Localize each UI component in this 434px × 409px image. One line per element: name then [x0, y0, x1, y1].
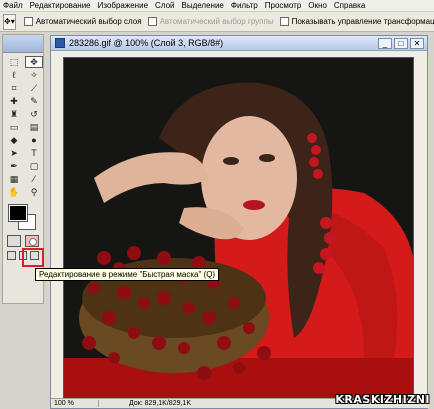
menu-edit[interactable]: Редактирование — [30, 1, 91, 10]
color-swatches — [3, 203, 43, 233]
move-icon[interactable]: ✥ — [25, 56, 43, 68]
foreground-color-swatch[interactable] — [8, 204, 28, 222]
quick-mask-tooltip: Редактирование в режиме "Быстрая маска" … — [35, 268, 220, 281]
shape-icon[interactable]: ▢ — [25, 160, 43, 172]
move-icon: ✥▾ — [4, 17, 15, 26]
quick-mask-button[interactable] — [25, 235, 39, 247]
menu-filter[interactable]: Фильтр — [231, 1, 258, 10]
menu-select[interactable]: Выделение — [181, 1, 223, 10]
tool-grid: ⬚ ✥ ℓ ✧ ⌗ ⟋ ✚ ✎ ♜ ↺ ▭ ▤ ◆ ● ➤ T ✒ ▢ ▦ ⁄ … — [3, 53, 43, 201]
auto-select-layer-label: Автоматический выбор слоя — [35, 17, 142, 26]
magic-wand-icon[interactable]: ✧ — [25, 69, 43, 81]
menu-help[interactable]: Справка — [334, 1, 365, 10]
watermark: KRASKIZHIZNI — [335, 393, 430, 406]
crop-icon[interactable]: ⌗ — [5, 82, 23, 94]
show-transform-checkbox[interactable] — [279, 17, 289, 26]
document-title: 283286.gif @ 100% (Слой 3, RGB/8#) — [69, 38, 224, 48]
brush-icon[interactable]: ✎ — [25, 95, 43, 107]
menu-bar: Файл Редактирование Изображение Слой Выд… — [0, 0, 434, 12]
maximize-button[interactable]: □ — [394, 38, 408, 49]
menu-view[interactable]: Просмотр — [265, 1, 302, 10]
history-brush-icon[interactable]: ↺ — [25, 108, 43, 120]
auto-select-layer-checkbox[interactable] — [23, 17, 33, 26]
path-select-icon[interactable]: ➤ — [5, 147, 23, 159]
quick-mask-highlight — [22, 248, 44, 267]
screen-mode-standard-icon[interactable] — [7, 251, 16, 260]
zoom-level[interactable]: 100 % — [51, 400, 99, 407]
healing-icon[interactable]: ✚ — [5, 95, 23, 107]
toolbox-header — [3, 35, 43, 53]
gradient-icon[interactable]: ▤ — [25, 121, 43, 133]
stamp-icon[interactable]: ♜ — [5, 108, 23, 120]
window-controls: _ □ ✕ — [378, 38, 424, 49]
zoom-icon[interactable]: ⚲ — [25, 186, 43, 198]
dodge-icon[interactable]: ● — [25, 134, 43, 146]
mask-mode-row — [3, 233, 43, 249]
photoshop-document-icon — [55, 38, 65, 48]
marquee-icon[interactable]: ⬚ — [5, 56, 23, 68]
options-bar: ✥▾ Автоматический выбор слоя Автоматичес… — [0, 12, 434, 32]
auto-select-group-label: Автоматический выбор группы — [159, 17, 274, 26]
image-canvas[interactable] — [63, 57, 414, 402]
show-transform-option[interactable]: Показывать управление трансформацией — [279, 17, 434, 26]
eyedropper-icon[interactable]: ⁄ — [25, 173, 43, 185]
menu-file[interactable]: Файл — [3, 1, 23, 10]
type-icon[interactable]: T — [25, 147, 43, 159]
close-button[interactable]: ✕ — [410, 38, 424, 49]
photo — [64, 58, 413, 401]
document-title-bar[interactable]: 283286.gif @ 100% (Слой 3, RGB/8#) — [51, 36, 427, 51]
blur-icon[interactable]: ◆ — [5, 134, 23, 146]
menu-image[interactable]: Изображение — [98, 1, 148, 10]
auto-select-layer-option[interactable]: Автоматический выбор слоя — [23, 17, 142, 26]
eraser-icon[interactable]: ▭ — [5, 121, 23, 133]
slice-icon[interactable]: ⟋ — [25, 82, 43, 94]
menu-layer[interactable]: Слой — [155, 1, 174, 10]
pen-icon[interactable]: ✒ — [5, 160, 23, 172]
auto-select-group-checkbox — [147, 17, 157, 26]
show-transform-label: Показывать управление трансформацией — [291, 17, 434, 26]
tool-preset-picker[interactable]: ✥▾ — [3, 13, 16, 30]
notes-icon[interactable]: ▦ — [5, 173, 23, 185]
lasso-icon[interactable]: ℓ — [5, 69, 23, 81]
document-window: 283286.gif @ 100% (Слой 3, RGB/8#) _ □ ✕ — [50, 35, 429, 409]
auto-select-group-option: Автоматический выбор группы — [147, 17, 274, 26]
standard-mode-button[interactable] — [7, 235, 21, 247]
document-size: Док: 829,1K/829,1K — [129, 400, 191, 407]
hand-icon[interactable]: ✋ — [5, 186, 23, 198]
minimize-button[interactable]: _ — [378, 38, 392, 49]
menu-window[interactable]: Окно — [308, 1, 327, 10]
